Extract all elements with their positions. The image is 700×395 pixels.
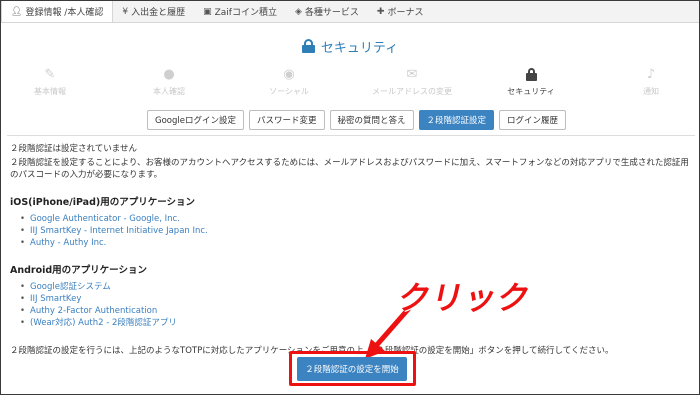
page-title-text: セキュリティ bbox=[320, 40, 399, 56]
tab-deposit-history[interactable]: ¥ 入出金と履歴 bbox=[113, 1, 194, 22]
tab-zaif-coin[interactable]: ▣ Zaifコイン積立 bbox=[194, 1, 286, 22]
list-item: Google Authenticator - Google, Inc. bbox=[20, 213, 694, 225]
step-email-change[interactable]: ✉ メールアドレスの変更 bbox=[364, 67, 460, 97]
wallet-icon: ▣ bbox=[203, 6, 212, 17]
tab-label: Zaifコイン積立 bbox=[214, 8, 277, 18]
step-label: 基本情報 bbox=[34, 87, 66, 96]
step-label: ソーシャル bbox=[269, 87, 309, 96]
step-label: 通知 bbox=[643, 87, 659, 96]
app-link[interactable]: Google Authenticator - Google, Inc. bbox=[30, 214, 180, 224]
description-text: ２段階認証を設定することにより、お客様のアカウントへアクセスするためには、メール… bbox=[10, 158, 689, 180]
tab-services[interactable]: ◈ 各種サービス bbox=[286, 1, 368, 22]
ios-app-list: Google Authenticator - Google, Inc. IIJ … bbox=[20, 213, 694, 249]
security-subtabs: Googleログイン設定 パスワード変更 秘密の質問と答え ２段階認証設定 ログ… bbox=[147, 110, 567, 130]
two-factor-content: ２段階認証は設定されていません ２段階認証を設定することにより、お客様のアカウン… bbox=[10, 143, 694, 329]
envelope-icon: ✉ bbox=[406, 67, 418, 82]
status-text: ２段階認証は設定されていません bbox=[10, 144, 137, 154]
step-identity[interactable]: ● 本人確認 bbox=[124, 67, 214, 97]
pencil-icon: ✎ bbox=[44, 67, 56, 82]
step-label: 本人確認 bbox=[153, 87, 185, 96]
step-notification[interactable]: ♪ 通知 bbox=[606, 67, 696, 97]
lock-icon bbox=[486, 67, 576, 83]
person-icon: ● bbox=[163, 67, 175, 82]
list-item: (Wear対応) Auth2 - 2段階認証アプリ bbox=[20, 317, 694, 329]
tab-label: ボーナス bbox=[387, 8, 424, 18]
divider bbox=[7, 135, 695, 136]
page-frame: 👤︎ 登録情報 /本人確認 ¥ 入出金と履歴 ▣ Zaifコイン積立 ◈ 各種サ… bbox=[0, 0, 700, 395]
step-social[interactable]: ◉ ソーシャル bbox=[244, 67, 334, 97]
app-link[interactable]: IIJ SmartKey bbox=[30, 294, 81, 304]
top-nav: 👤︎ 登録情報 /本人確認 ¥ 入出金と履歴 ▣ Zaifコイン積立 ◈ 各種サ… bbox=[1, 1, 699, 23]
tab-label: 入出金と履歴 bbox=[131, 8, 186, 18]
list-item: Authy 2-Factor Authentication bbox=[20, 305, 694, 317]
step-label: セキュリティ bbox=[507, 87, 555, 96]
start-two-factor-button[interactable]: ２段階認証の設定を開始 bbox=[297, 357, 407, 381]
bell-icon: ♪ bbox=[646, 67, 656, 82]
tab-registration[interactable]: 👤︎ 登録情報 /本人確認 bbox=[1, 1, 114, 22]
subtab-two-factor[interactable]: ２段階認証設定 bbox=[418, 110, 495, 130]
click-annotation: クリック bbox=[394, 279, 535, 317]
gift-icon: ✚ bbox=[376, 6, 385, 17]
tab-label: 登録情報 /本人確認 bbox=[25, 8, 104, 18]
subtab-password-change[interactable]: パスワード変更 bbox=[248, 110, 325, 130]
subtab-secret-question[interactable]: 秘密の質問と答え bbox=[329, 110, 414, 130]
list-item: Google認証システム bbox=[20, 281, 694, 293]
android-app-list: Google認証システム IIJ SmartKey Authy 2-Factor… bbox=[20, 281, 694, 329]
page-title: セキュリティ bbox=[1, 33, 699, 59]
list-item: IIJ SmartKey bbox=[20, 293, 694, 305]
user-icon: 👤︎ bbox=[11, 6, 23, 17]
app-link[interactable]: Authy - Authy Inc. bbox=[30, 238, 106, 248]
step-label: メールアドレスの変更 bbox=[372, 87, 452, 96]
tab-bonus[interactable]: ✚ ボーナス bbox=[368, 1, 433, 22]
android-heading: Android用のアプリケーション bbox=[10, 265, 147, 276]
app-link[interactable]: Google認証システム bbox=[30, 282, 111, 292]
app-link[interactable]: Authy 2-Factor Authentication bbox=[30, 306, 157, 316]
app-link[interactable]: IIJ SmartKey - Internet Initiative Japan… bbox=[30, 226, 208, 236]
globe-icon: ◉ bbox=[283, 67, 295, 82]
tab-label: 各種サービス bbox=[304, 8, 359, 18]
lock-icon bbox=[301, 39, 315, 53]
subtab-google-login[interactable]: Googleログイン設定 bbox=[147, 110, 244, 130]
step-security[interactable]: セキュリティ bbox=[486, 67, 576, 97]
app-link[interactable]: (Wear対応) Auth2 - 2段階認証アプリ bbox=[30, 318, 177, 328]
subtab-login-history[interactable]: ログイン履歴 bbox=[499, 110, 567, 130]
list-item: Authy - Authy Inc. bbox=[20, 237, 694, 249]
list-item: IIJ SmartKey - Internet Initiative Japan… bbox=[20, 225, 694, 237]
settings-steps: ✎ 基本情報 ● 本人確認 ◉ ソーシャル ✉ メールアドレスの変更 セキュリテ… bbox=[1, 67, 699, 101]
ios-heading: iOS(iPhone/iPad)用のアプリケーション bbox=[10, 197, 196, 208]
tag-icon: ◈ bbox=[294, 6, 302, 17]
yen-icon: ¥ bbox=[122, 6, 129, 17]
step-basic-info[interactable]: ✎ 基本情報 bbox=[5, 67, 95, 97]
